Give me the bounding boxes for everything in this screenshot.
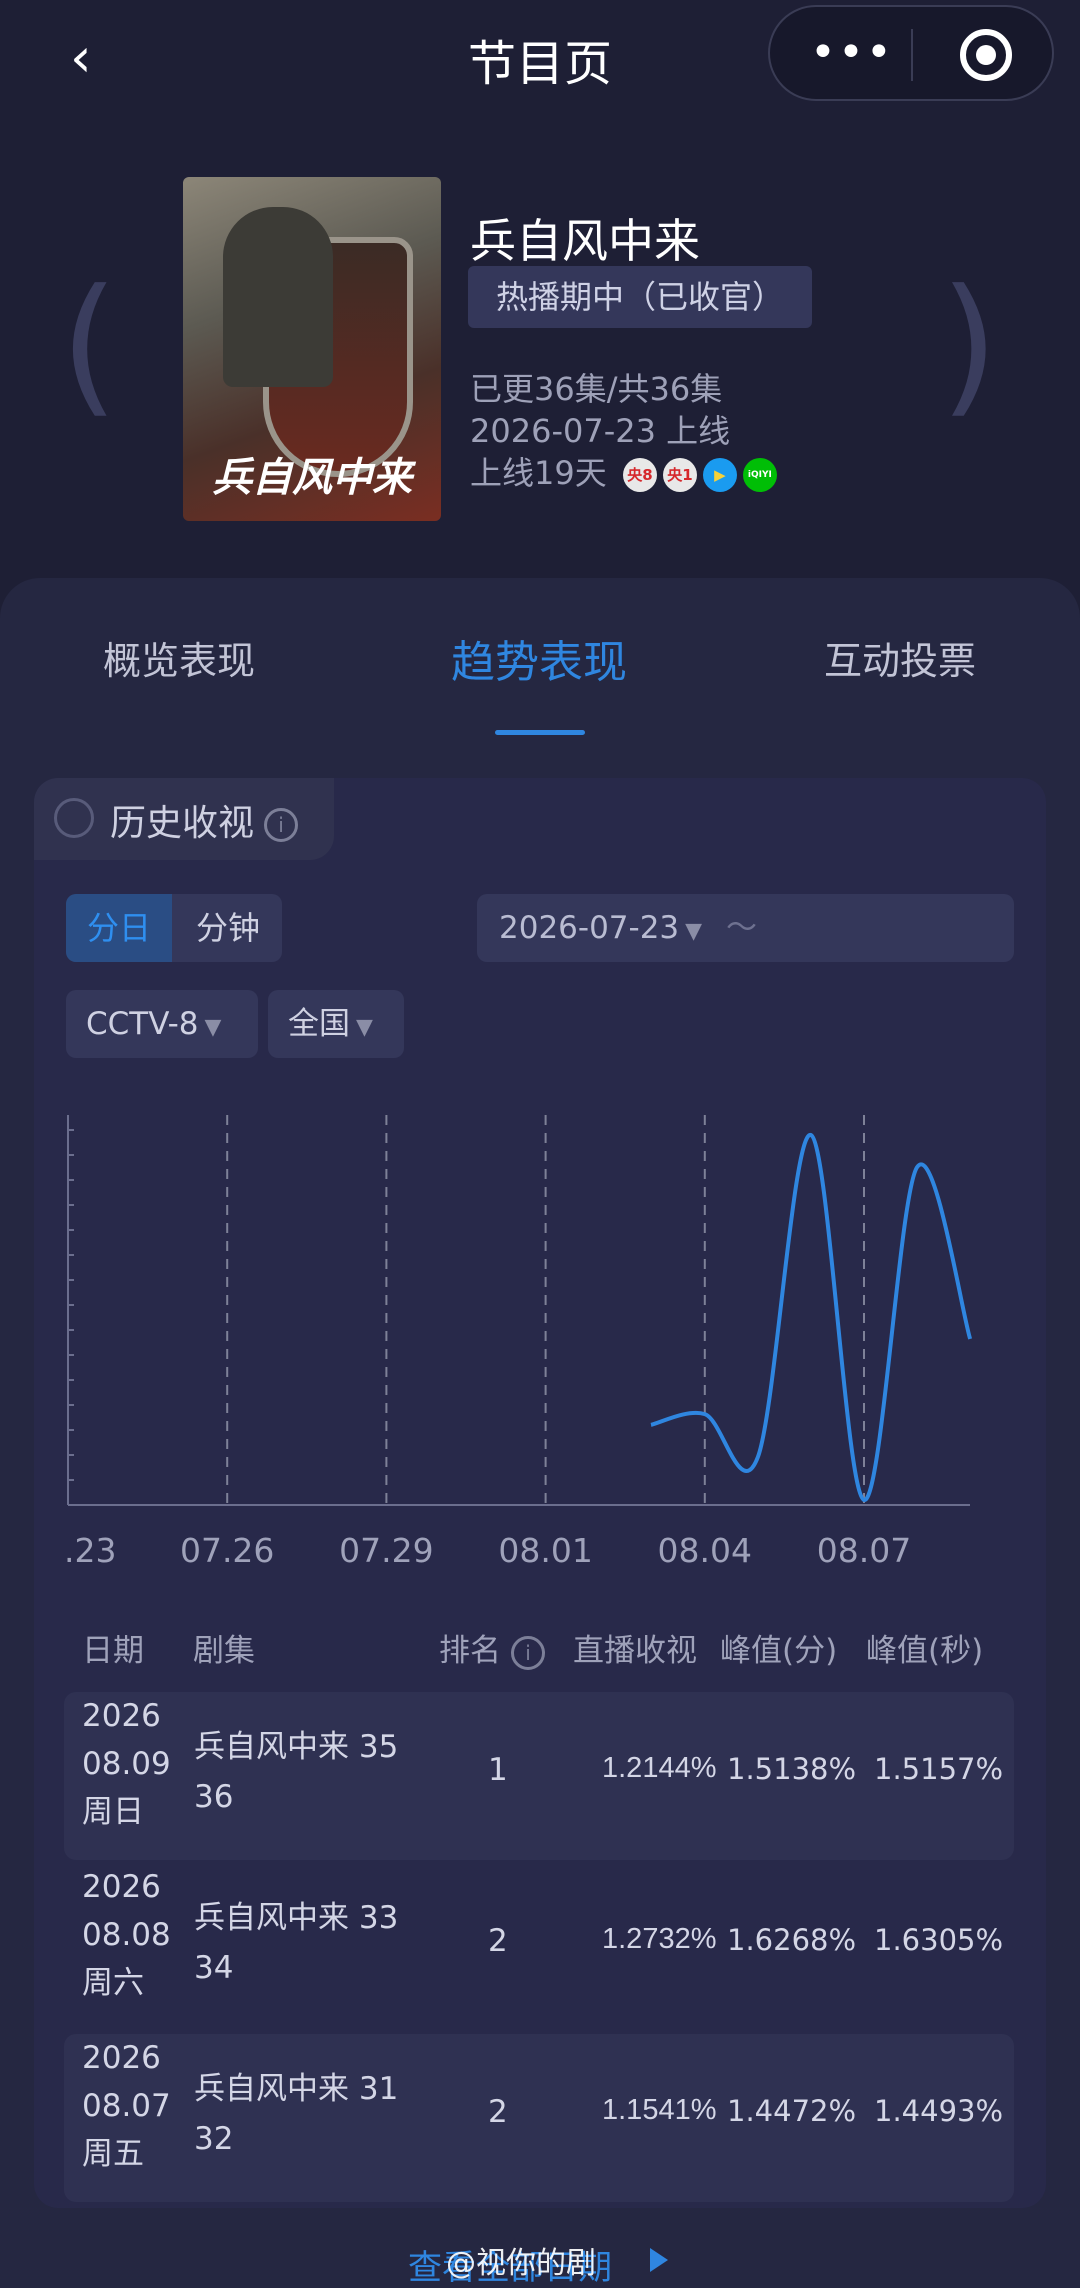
date-separator: ～ bbox=[725, 910, 757, 946]
play-arrow-icon bbox=[650, 2248, 668, 2272]
row-day: 08.08 bbox=[82, 1917, 171, 1953]
row-day: 08.09 bbox=[82, 1746, 171, 1782]
row-weekday: 周五 bbox=[82, 2136, 144, 2172]
row-live-rating: 1.2144% bbox=[602, 1752, 717, 1784]
tab-overview[interactable]: 概览表现 bbox=[103, 630, 255, 685]
row-episode-line1: 兵自风中来 33 bbox=[194, 1900, 399, 1936]
header-rank: 排名 i bbox=[439, 1625, 545, 1670]
header-peak-sec: 峰值(秒) bbox=[866, 1633, 984, 1669]
row-episode: 兵自风中来 31 32 bbox=[194, 2064, 434, 2164]
platform-icon: ▶ bbox=[702, 458, 737, 492]
x-tick-label: 07.29 bbox=[339, 1531, 433, 1570]
row-peak-second: 1.4493% bbox=[874, 2094, 1004, 2128]
toggle-minute[interactable]: 分钟 bbox=[174, 894, 282, 962]
laurel-right-icon: ) bbox=[940, 258, 999, 432]
header-rank-text: 排名 bbox=[439, 1633, 501, 1669]
x-tick-label: .23 bbox=[64, 1531, 116, 1570]
x-tick-label: 08.01 bbox=[498, 1531, 592, 1570]
platform-icon: 央1 bbox=[662, 458, 697, 492]
poster-soldier bbox=[223, 207, 333, 387]
series-line bbox=[650, 1132, 973, 1503]
row-episode-line2: 34 bbox=[194, 1950, 234, 1986]
platform-icon: iQIYI bbox=[742, 458, 777, 492]
date-range-picker[interactable]: 2026-07-23 ▼ ～ bbox=[477, 894, 1014, 962]
weibo-watermark: @视你的剧 bbox=[446, 2246, 596, 2281]
granularity-toggle: 分日 分钟 bbox=[66, 894, 282, 962]
row-peak-second: 1.6305% bbox=[874, 1923, 1004, 1957]
table-row[interactable]: 2026 08.07 周五 兵自风中来 31 32 2 1.1541% 1.4472% 1.44… bbox=[64, 2034, 1014, 2202]
region-value: 全国 bbox=[288, 1006, 350, 1042]
more-icon[interactable]: ••• bbox=[810, 31, 892, 77]
tab-trend[interactable]: 趋势表现 bbox=[451, 626, 627, 690]
region-dropdown[interactable]: 全国 ▼ bbox=[268, 990, 404, 1058]
platform-icons: 央8 央1 ▶ iQIYI bbox=[617, 454, 777, 492]
header-episode: 剧集 bbox=[193, 1633, 255, 1669]
row-episode-line2: 36 bbox=[194, 1779, 234, 1815]
row-weekday: 周六 bbox=[82, 1965, 144, 2001]
row-episode-line1: 兵自风中来 35 bbox=[194, 1729, 399, 1765]
row-episode: 兵自风中来 33 34 bbox=[194, 1893, 434, 1993]
row-rank: 1 bbox=[488, 1752, 508, 1788]
date-start: 2026-07-23 bbox=[499, 910, 680, 946]
info-icon[interactable]: i bbox=[264, 808, 299, 842]
ratings-line-chart: .23 07.26 07.29 08.01 08.04 08.07 bbox=[64, 1115, 973, 1570]
row-episode: 兵自风中来 35 36 bbox=[194, 1722, 434, 1822]
row-rank: 2 bbox=[488, 1923, 508, 1959]
platform-row: 上线19天 央8 央1 ▶ iQIYI bbox=[470, 448, 777, 494]
mini-program-capsule: ••• bbox=[768, 5, 1054, 101]
row-date: 2026 08.09 周日 bbox=[82, 1692, 171, 1836]
toggle-daily[interactable]: 分日 bbox=[66, 894, 172, 962]
table-row[interactable]: 2026 08.08 周六 兵自风中来 33 34 2 1.2732% 1.6268% 1.63… bbox=[64, 1863, 1014, 2031]
header-live: 直播收视 bbox=[573, 1633, 697, 1669]
platform-icon: 央8 bbox=[622, 458, 657, 492]
row-date: 2026 08.08 周六 bbox=[82, 1863, 171, 2007]
row-live-rating: 1.2732% bbox=[602, 1923, 717, 1955]
status-badge: 热播期中（已收官） bbox=[468, 266, 813, 328]
chevron-down-icon: ▼ bbox=[685, 919, 703, 944]
days-online: 上线19天 bbox=[470, 454, 607, 492]
close-target-icon[interactable] bbox=[960, 29, 1012, 81]
row-peak-minute: 1.5138% bbox=[727, 1752, 857, 1786]
poster-image: 兵自风中来 bbox=[183, 177, 441, 521]
chevron-down-icon: ▼ bbox=[204, 1015, 222, 1040]
x-tick-label: 08.04 bbox=[658, 1531, 752, 1570]
show-title: 兵自风中来 bbox=[470, 214, 700, 268]
x-tick-label: 08.07 bbox=[817, 1531, 911, 1570]
row-rank: 2 bbox=[488, 2094, 508, 2130]
tab-vote[interactable]: 互动投票 bbox=[824, 630, 976, 685]
row-peak-second: 1.5157% bbox=[874, 1752, 1004, 1786]
capsule-divider bbox=[911, 29, 913, 81]
header-date: 日期 bbox=[82, 1633, 144, 1669]
row-peak-minute: 1.4472% bbox=[727, 2094, 857, 2128]
laurel-left-icon: ( bbox=[60, 258, 119, 432]
episode-count: 已更36集/共36集 bbox=[470, 370, 723, 408]
x-tick-label: 07.26 bbox=[180, 1531, 274, 1570]
section-title-text: 历史收视 bbox=[110, 803, 255, 844]
row-year: 2026 bbox=[82, 2040, 161, 2076]
row-year: 2026 bbox=[82, 1869, 161, 1905]
row-episode-line1: 兵自风中来 31 bbox=[194, 2071, 399, 2107]
row-live-rating: 1.1541% bbox=[602, 2094, 717, 2126]
section-title: 历史收视 i bbox=[110, 794, 299, 846]
table-row[interactable]: 2026 08.09 周日 兵自风中来 35 36 1 1.2144% 1.5138% 1.51… bbox=[64, 1692, 1014, 1860]
film-reel-icon bbox=[54, 798, 94, 838]
premiere-date: 2026-07-23 上线 bbox=[470, 412, 731, 450]
row-weekday: 周日 bbox=[82, 1794, 144, 1830]
row-year: 2026 bbox=[82, 1698, 161, 1734]
chevron-down-icon: ▼ bbox=[356, 1015, 373, 1040]
poster-title-art: 兵自风中来 bbox=[212, 454, 412, 501]
tab-indicator bbox=[495, 730, 585, 735]
nav-bar: ‹ 节目页 ••• bbox=[0, 0, 1080, 110]
rank-info-icon[interactable]: i bbox=[511, 1635, 545, 1670]
row-day: 08.07 bbox=[82, 2088, 171, 2124]
channel-dropdown[interactable]: CCTV-8 ▼ bbox=[66, 990, 258, 1058]
row-date: 2026 08.07 周五 bbox=[82, 2034, 171, 2178]
row-episode-line2: 32 bbox=[194, 2121, 234, 2157]
header-peak-min: 峰值(分) bbox=[720, 1633, 838, 1669]
channel-value: CCTV-8 bbox=[86, 1006, 199, 1042]
row-peak-minute: 1.6268% bbox=[727, 1923, 857, 1957]
